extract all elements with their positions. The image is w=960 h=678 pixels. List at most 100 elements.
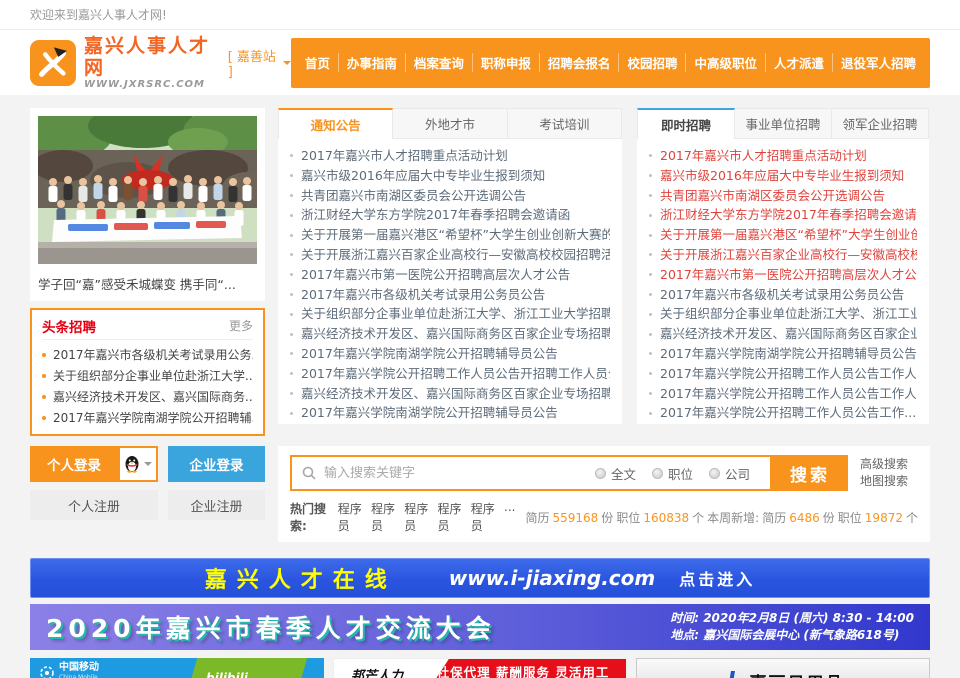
job-item[interactable]: 2017年嘉兴学院公开招聘工作人员公告工作人员... bbox=[649, 364, 917, 384]
job-item[interactable]: 2017年嘉兴市第一医院公开招聘高层次人才公告 bbox=[649, 265, 917, 285]
banner2-time: 时间: 2020年2月8日 (周六) 8:30 - 14:00 bbox=[670, 610, 914, 627]
notice-item[interactable]: 关于开展第一届嘉兴港区“希望杯”大学生创业创新大赛的通知 bbox=[290, 225, 610, 245]
job-item[interactable]: 2017年嘉兴市人才招聘重点活动计划 bbox=[649, 146, 917, 166]
notice-item[interactable]: 2017年嘉兴市第一医院公开招聘高层次人才公告 bbox=[290, 265, 610, 285]
stat-segment: 19872 bbox=[865, 511, 903, 525]
notice-item[interactable]: 2017年嘉兴学院南湖学院公开招聘辅导员公告 bbox=[290, 403, 610, 423]
hot-word[interactable]: 程序员 bbox=[371, 500, 397, 534]
headline-item[interactable]: 2017年嘉兴学院南湖学院公开招聘辅... bbox=[42, 407, 253, 428]
jobs-tab[interactable]: 即时招聘 bbox=[637, 108, 735, 139]
notices-tab[interactable]: 外地才市 bbox=[393, 108, 507, 139]
stat-segment: 本周新增: bbox=[707, 511, 759, 525]
job-item[interactable]: 关于组织部分企事业单位赴浙江大学、浙江工业大... bbox=[649, 304, 917, 324]
hot-word[interactable]: 程序员 bbox=[438, 500, 464, 534]
notice-item[interactable]: 关于开展浙江嘉兴百家企业高校行—安徽高校校园招聘活动的通... bbox=[290, 245, 610, 265]
site-title-block: 嘉兴人事人才网 WWW.JXRSRC.COM bbox=[84, 35, 218, 90]
scope-option[interactable]: 公司 bbox=[709, 464, 750, 483]
hot-word[interactable]: 程序员 bbox=[338, 500, 364, 534]
headline-more-link[interactable]: 更多 bbox=[229, 317, 253, 334]
banner1-title: 嘉兴人才在线 bbox=[205, 562, 397, 594]
job-item[interactable]: 2017年嘉兴学院公开招聘工作人员公告工作... bbox=[649, 403, 917, 423]
job-item[interactable]: 嘉兴经济技术开发区、嘉兴国际商务区百家企业专... bbox=[649, 324, 917, 344]
qq-login-button[interactable] bbox=[118, 446, 158, 482]
bangmang-ad[interactable]: 邦芒人力 50bm.com 社保代理 薪酬服务 灵活用工 业务外包 人事代理 求… bbox=[333, 658, 627, 678]
nav-item[interactable]: 职称申报 bbox=[472, 53, 539, 72]
nav-item[interactable]: 退役军人招聘 bbox=[832, 53, 924, 72]
job-item[interactable]: 浙江财经大学东方学院2017年春季招聘会邀请函 bbox=[649, 205, 917, 225]
notice-item[interactable]: 2017年嘉兴学院南湖学院公开招聘辅导员公告 bbox=[290, 344, 610, 364]
nav-item[interactable]: 校园招聘 bbox=[618, 53, 685, 72]
nav-item[interactable]: 中高级职位 bbox=[685, 53, 765, 72]
nav-item[interactable]: 档案查询 bbox=[405, 53, 472, 72]
banner2-info: 时间: 2020年2月8日 (周六) 8:30 - 14:00 地点: 嘉兴国际… bbox=[670, 610, 914, 644]
news-photo-card[interactable]: 学子回“嘉”感受禾城蝶变 携手同“... bbox=[30, 108, 265, 301]
notice-item[interactable]: 2017年嘉兴学院公开招聘工作人员公告开招聘工作人员公告开... bbox=[290, 364, 610, 384]
notices-tab[interactable]: 考试培训 bbox=[508, 108, 622, 139]
radio-icon[interactable] bbox=[709, 468, 720, 479]
job-item[interactable]: 2017年嘉兴学院南湖学院公开招聘辅导员公告 bbox=[649, 344, 917, 364]
jaly-ad-column: JALY 嘉丽日用品 bbox=[636, 658, 930, 678]
site-stats: 简历559168份职位160838个本周新增:简历6486份职位19872个 bbox=[522, 509, 918, 526]
china-mobile-brand: 中国移动 bbox=[59, 663, 99, 673]
jobs-tab[interactable]: 事业单位招聘 bbox=[735, 108, 832, 139]
qq-icon bbox=[124, 455, 140, 473]
job-item[interactable]: 2017年嘉兴市各级机关考试录用公务员公告 bbox=[649, 285, 917, 305]
station-selector[interactable]: [ 嘉善站 ] bbox=[228, 46, 291, 80]
notice-item[interactable]: 共青团嘉兴市南湖区委员会公开选调公告 bbox=[290, 186, 610, 206]
jobs-tab[interactable]: 领军企业招聘 bbox=[832, 108, 929, 139]
china-mobile-ad[interactable]: 中国移动 China Mobile 移动花卡 bilibili 季度会员 bbox=[30, 658, 324, 678]
notice-item[interactable]: 2017年嘉兴市人才招聘重点活动计划 bbox=[290, 146, 610, 166]
hot-word[interactable]: 程序员 bbox=[404, 500, 430, 534]
nav-item[interactable]: 招聘会报名 bbox=[539, 53, 619, 72]
company-register-button[interactable]: 企业注册 bbox=[168, 490, 265, 520]
notices-list: 2017年嘉兴市人才招聘重点活动计划嘉兴市级2016年应届大中专毕业生报到须知共… bbox=[278, 139, 622, 423]
personal-login-button[interactable]: 个人登录 bbox=[30, 446, 118, 482]
hot-search-words: 程序员程序员程序员程序员程序员... bbox=[338, 500, 523, 534]
stat-segment: 职位 bbox=[838, 511, 862, 525]
radio-icon[interactable] bbox=[595, 468, 606, 479]
job-item[interactable]: 共青团嘉兴市南湖区委员会公开选调公告 bbox=[649, 186, 917, 206]
ads-row: 中国移动 China Mobile 移动花卡 bilibili 季度会员 bbox=[30, 658, 930, 678]
advanced-search-link[interactable]: 高级搜索 bbox=[860, 456, 918, 473]
job-fair-banner[interactable]: 2020年嘉兴市春季人才交流大会 时间: 2020年2月8日 (周六) 8:30… bbox=[30, 604, 930, 650]
jiaxing-online-banner[interactable]: 嘉兴人才在线 www.i-jiaxing.com 点击进入 bbox=[30, 558, 930, 598]
hot-word[interactable]: 程序员 bbox=[471, 500, 497, 534]
nav-item[interactable]: 办事指南 bbox=[338, 53, 405, 72]
stat-segment: 个 bbox=[906, 511, 918, 525]
headline-item[interactable]: 2017年嘉兴市各级机关考试录用公务... bbox=[42, 344, 253, 365]
site-logo[interactable] bbox=[30, 40, 76, 86]
job-item[interactable]: 关于开展浙江嘉兴百家企业高校行—安徽高校校园... bbox=[649, 245, 917, 265]
job-item[interactable]: 嘉兴市级2016年应届大中专毕业生报到须知 bbox=[649, 166, 917, 186]
notice-item[interactable]: 嘉兴经济技术开发区、嘉兴国际商务区百家企业专场招聘会公告 bbox=[290, 324, 610, 344]
jobs-more-link[interactable]: 更多 bbox=[637, 423, 929, 424]
hot-word[interactable]: ... bbox=[504, 500, 515, 534]
radio-icon[interactable] bbox=[652, 468, 663, 479]
bilibili-label: bilibili bbox=[206, 671, 248, 678]
notice-item[interactable]: 2017年嘉兴市各级机关考试录用公务员公告 bbox=[290, 285, 610, 305]
personal-register-button[interactable]: 个人注册 bbox=[30, 490, 158, 520]
banner1-cta[interactable]: 点击进入 bbox=[679, 566, 755, 590]
notice-item[interactable]: 嘉兴市级2016年应届大中专毕业生报到须知 bbox=[290, 166, 610, 186]
notice-item[interactable]: 嘉兴经济技术开发区、嘉兴国际商务区百家企业专场招聘会公告 bbox=[290, 384, 610, 404]
notices-tab[interactable]: 通知公告 bbox=[278, 108, 393, 139]
notice-item[interactable]: 关于组织部分企事业单位赴浙江大学、浙江工业大学招聘人才的... bbox=[290, 304, 610, 324]
company-login-button[interactable]: 企业登录 bbox=[168, 446, 265, 482]
news-photo-caption[interactable]: 学子回“嘉”感受禾城蝶变 携手同“... bbox=[38, 274, 257, 293]
map-search-link[interactable]: 地图搜索 bbox=[860, 473, 918, 490]
nav-item[interactable]: 首页 bbox=[297, 53, 338, 72]
scope-option[interactable]: 职位 bbox=[652, 464, 693, 483]
job-item[interactable]: 2017年嘉兴学院公开招聘工作人员公告工作人员... bbox=[649, 384, 917, 404]
jaly-ad[interactable]: JALY 嘉丽日用品 bbox=[636, 658, 930, 678]
headline-item[interactable]: 关于组织部分企事业单位赴浙江大学... bbox=[42, 365, 253, 386]
search-button[interactable]: 搜索 bbox=[772, 455, 848, 491]
nav-item[interactable]: 人才派遣 bbox=[765, 53, 832, 72]
search-input[interactable] bbox=[324, 466, 595, 481]
stat-segment: 559168 bbox=[552, 511, 598, 525]
chevron-down-icon bbox=[283, 61, 291, 69]
job-item[interactable]: 关于开展第一届嘉兴港区“希望杯”大学生创业创... bbox=[649, 225, 917, 245]
headline-item[interactable]: 嘉兴经济技术开发区、嘉兴国际商务... bbox=[42, 386, 253, 407]
notices-more-link[interactable]: 更多 bbox=[278, 423, 622, 424]
jobs-panel: 即时招聘事业单位招聘领军企业招聘 2017年嘉兴市人才招聘重点活动计划嘉兴市级2… bbox=[637, 108, 929, 424]
notice-item[interactable]: 浙江财经大学东方学院2017年春季招聘会邀请函 bbox=[290, 205, 610, 225]
scope-option[interactable]: 全文 bbox=[595, 464, 636, 483]
